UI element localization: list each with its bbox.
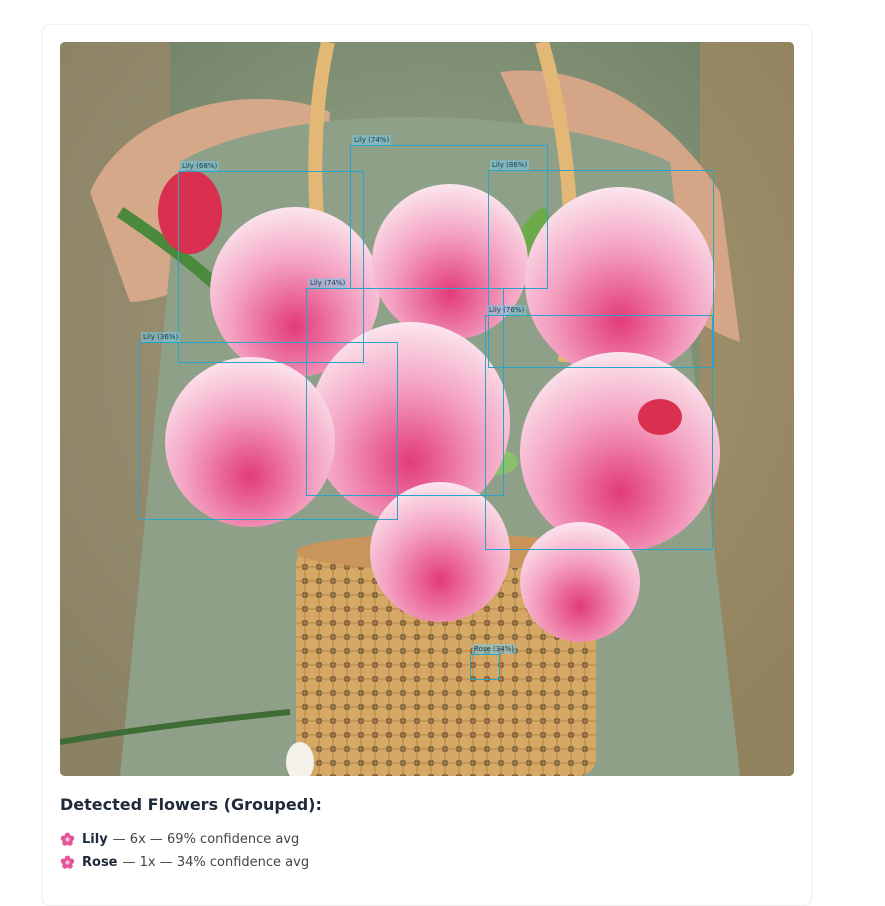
detection-box-lily: Lily (36%) [139,332,398,520]
flower-photo: Lily (68%) Lily (74%) Lily (86%) Lily (7… [60,42,794,776]
results-title: Detected Flowers (Grouped): [60,795,322,814]
result-item-rose: Rose — 1x — 34% confidence avg [60,851,309,874]
detection-box-lily: Lily (76%) [485,305,713,550]
result-name: Rose [82,855,118,870]
result-name: Lily [82,832,108,847]
result-detail: — 6x — 69% confidence avg [112,832,300,847]
flower-icon [60,832,75,846]
detection-label: Rose (34%) [472,644,517,654]
detection-label: Lily (36%) [141,332,181,342]
detection-label: Lily (74%) [352,135,392,145]
detection-box-rose: Rose (34%) [470,644,517,680]
detection-label: Lily (68%) [180,161,220,171]
flower-icon [60,855,75,869]
detection-label: Lily (86%) [490,160,530,170]
result-detail: — 1x — 34% confidence avg [122,855,310,870]
detection-label: Lily (74%) [308,278,348,288]
result-item-lily: Lily — 6x — 69% confidence avg [60,828,309,851]
detection-label: Lily (76%) [487,305,527,315]
results-list: Lily — 6x — 69% confidence avg Rose — 1x… [60,828,309,874]
